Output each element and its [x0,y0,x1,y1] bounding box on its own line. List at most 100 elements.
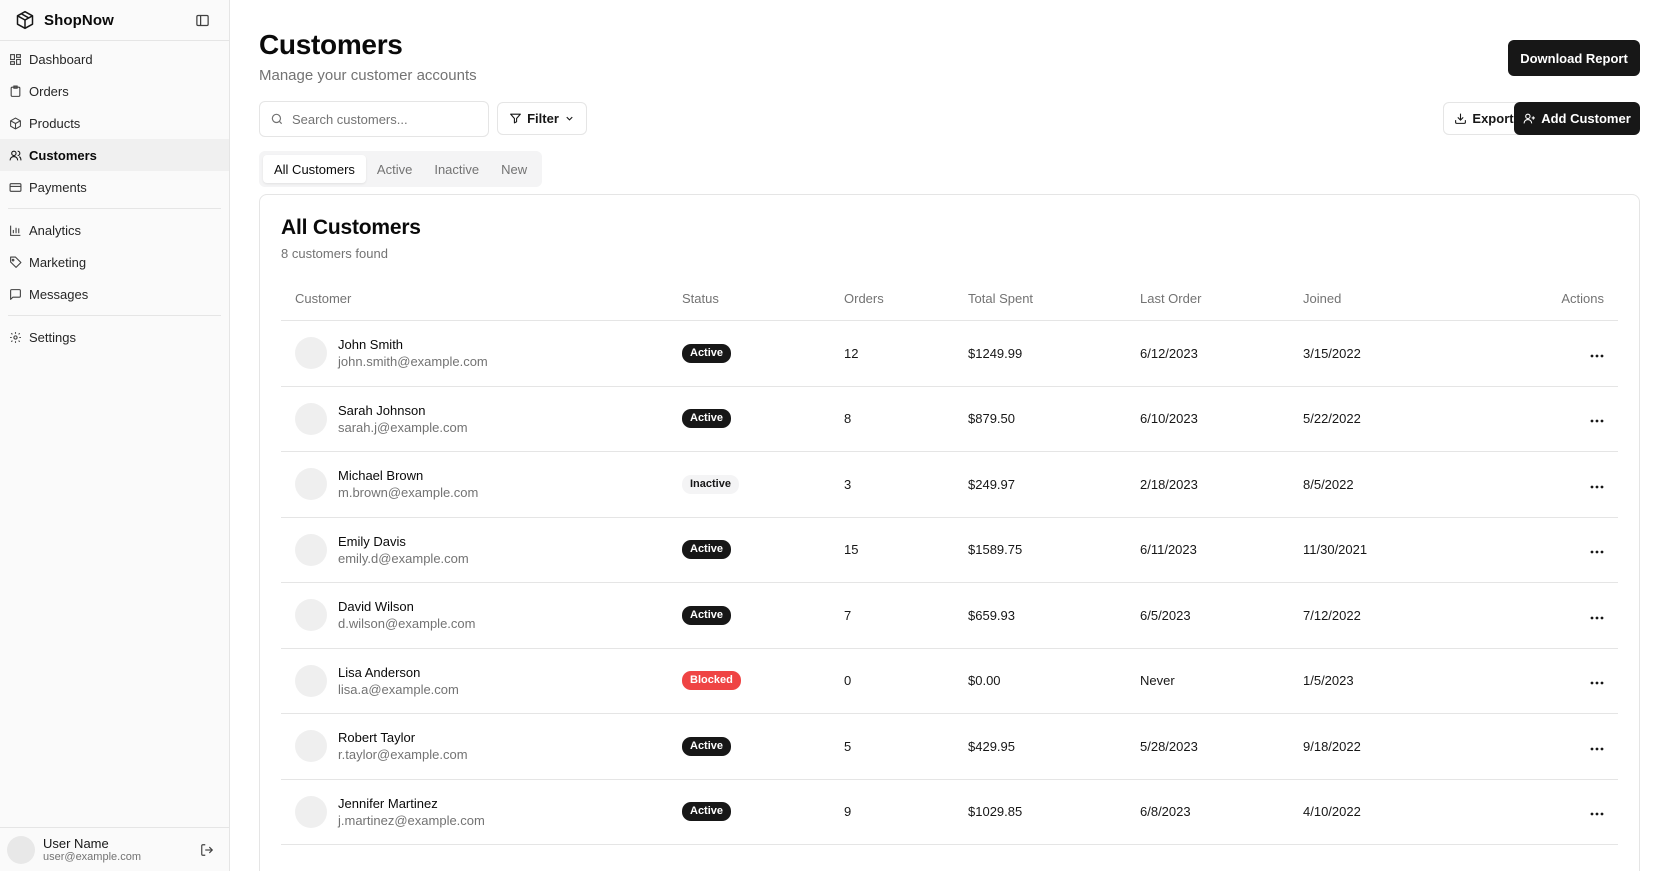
more-actions-icon[interactable] [1578,747,1604,751]
sidebar-item-label: Messages [29,286,89,302]
sidebar-item-messages[interactable]: Messages [0,278,229,310]
tab-active[interactable]: Active [366,155,423,183]
sidebar-item-label: Products [29,115,81,131]
status-badge: Active [682,802,732,822]
table-header: Customer Status Orders Total Spent Last … [281,276,1618,321]
bar-chart-icon [8,223,22,237]
sidebar-item-customers[interactable]: Customers [0,139,229,171]
sidebar-item-settings[interactable]: Settings [0,321,229,353]
avatar [295,468,327,501]
avatar [295,730,327,763]
sidebar-item-dashboard[interactable]: Dashboard [0,43,229,75]
customer-name: Robert Taylor [338,730,416,746]
sidebar-toggle-icon[interactable] [193,11,211,29]
sidebar-item-label: Marketing [29,254,87,270]
sidebar-item-orders[interactable]: Orders [0,75,229,107]
orders-count: 9 [844,804,852,820]
tab-all-customers[interactable]: All Customers [263,155,366,183]
more-actions-icon[interactable] [1578,616,1604,620]
avatar [295,664,327,697]
tab-new[interactable]: New [490,155,538,183]
last-order-date: 6/11/2023 [1140,542,1197,558]
orders-count: 8 [844,411,852,427]
logout-icon[interactable] [199,842,215,858]
customer-email: r.taylor@example.com [338,747,468,763]
orders-count: 7 [844,607,852,623]
add-customer-button[interactable]: Add Customer [1514,102,1640,135]
last-order-date: 6/8/2023 [1140,804,1191,820]
table-row[interactable]: John Smith john.smith@example.com Active … [281,321,1618,387]
more-actions-icon[interactable] [1578,681,1604,685]
status-badge: Active [682,605,732,625]
customer-count: 8 customers found [281,246,388,261]
column-header-last-order: Last Order [1140,290,1202,306]
page-subtitle: Manage your customer accounts [259,67,477,84]
table-row[interactable]: David Wilson d.wilson@example.com Active … [281,583,1618,649]
joined-date: 11/30/2021 [1303,542,1368,558]
table-row[interactable]: Robert Taylor r.taylor@example.com Active… [281,714,1618,780]
last-order-date: Never [1140,673,1175,689]
sidebar-item-products[interactable]: Products [0,107,229,139]
search-icon [270,112,284,126]
search-input[interactable] [292,111,482,127]
app-name: ShopNow [44,11,114,29]
page-title: Customers [259,29,403,60]
more-actions-icon[interactable] [1578,550,1604,554]
table-row[interactable]: Michael Brown m.brown@example.com Inactiv… [281,452,1618,518]
total-spent: $0.00 [968,673,1001,689]
table-row[interactable]: Emily Davis emily.d@example.com Active 15… [281,518,1618,583]
download-report-button[interactable]: Download Report [1508,40,1640,76]
sidebar-item-label: Dashboard [29,51,93,67]
column-header-total-spent: Total Spent [968,290,1034,306]
joined-date: 7/12/2022 [1303,607,1361,623]
customer-name: Jennifer Martinez [338,795,438,811]
table-row[interactable]: Jennifer Martinez j.martinez@example.com … [281,780,1618,845]
last-order-date: 5/28/2023 [1140,738,1198,754]
column-header-actions: Actions [1561,290,1604,306]
sidebar-divider [8,208,221,209]
customer-name: John Smith [338,337,404,353]
sidebar-item-marketing[interactable]: Marketing [0,246,229,278]
joined-date: 9/18/2022 [1303,738,1361,754]
sidebar-item-analytics[interactable]: Analytics [0,214,229,246]
dashboard-icon [8,52,22,66]
avatar [7,835,35,864]
gear-icon [8,330,22,344]
customer-name: David Wilson [338,599,414,615]
customer-email: d.wilson@example.com [338,616,476,632]
total-spent: $429.95 [968,738,1015,754]
status-badge: Inactive [682,474,739,494]
table-row[interactable]: Sarah Johnson sarah.j@example.com Active … [281,387,1618,452]
filter-icon [509,112,522,125]
customer-name: Lisa Anderson [338,664,421,680]
last-order-date: 2/18/2023 [1140,476,1198,492]
add-customer-label: Add Customer [1541,111,1631,126]
more-actions-icon[interactable] [1578,419,1604,423]
brand-header: ShopNow [0,0,229,41]
more-actions-icon[interactable] [1578,354,1604,358]
table-row[interactable]: Lisa Anderson lisa.a@example.com Blocked … [281,649,1618,714]
status-badge: Active [682,343,732,363]
user-profile[interactable]: User Name user@example.com [0,827,229,871]
orders-count: 5 [844,738,852,754]
more-actions-icon[interactable] [1578,485,1604,489]
total-spent: $659.93 [968,607,1015,623]
customer-email: lisa.a@example.com [338,681,459,697]
user-plus-icon [1523,112,1536,125]
search-box [259,101,489,137]
filter-button[interactable]: Filter [497,102,587,135]
credit-card-icon [8,180,22,194]
customers-card: All Customers 8 customers found Customer… [259,194,1640,871]
clipboard-icon [8,84,22,98]
sidebar-item-payments[interactable]: Payments [0,171,229,203]
tab-inactive[interactable]: Inactive [423,155,490,183]
customer-email: j.martinez@example.com [338,812,485,828]
avatar [295,795,327,828]
filter-label: Filter [527,111,559,126]
more-actions-icon[interactable] [1578,812,1604,816]
customer-email: john.smith@example.com [338,354,488,370]
orders-count: 12 [844,345,859,361]
total-spent: $879.50 [968,411,1015,427]
package-icon [8,116,22,130]
export-button[interactable]: Export [1443,102,1525,135]
